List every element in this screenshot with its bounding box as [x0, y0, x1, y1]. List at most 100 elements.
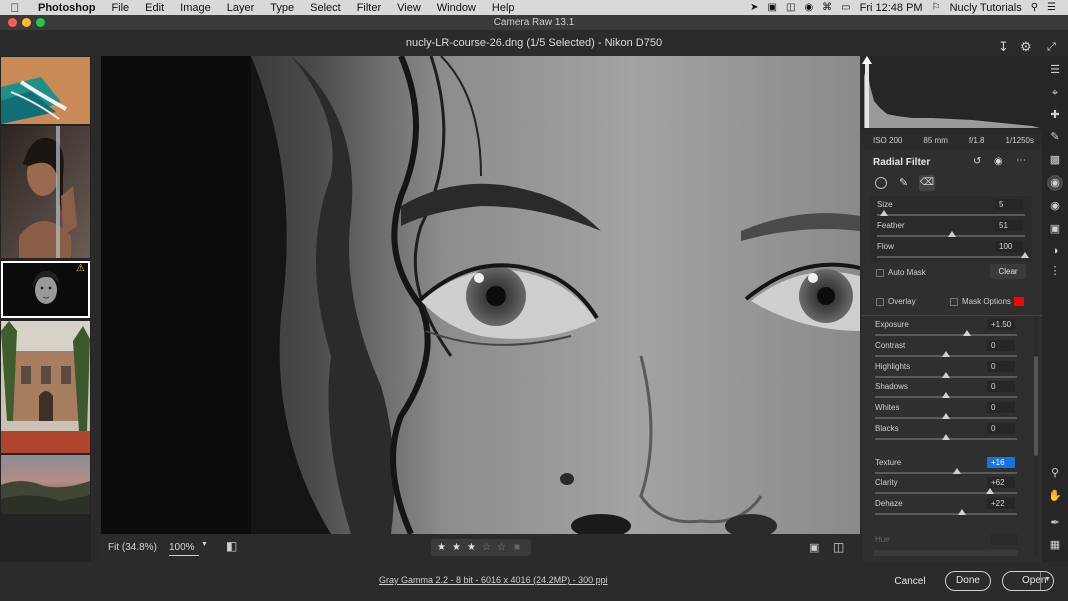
adj-slider-thumb-clarity[interactable]	[986, 488, 995, 494]
trash-icon[interactable]: ■	[514, 542, 520, 553]
star-4[interactable]: ☆	[482, 542, 491, 553]
cancel-button[interactable]: Cancel	[888, 573, 932, 591]
eye-icon[interactable]: ◉	[994, 156, 1003, 167]
presets-icon[interactable]: ◑	[1048, 244, 1062, 258]
done-button[interactable]: Done	[945, 571, 991, 591]
adj-slider-thumb-shadows[interactable]	[942, 392, 950, 398]
adj-slider-track-exposure[interactable]	[875, 334, 1017, 336]
zoom-window-button[interactable]	[36, 18, 45, 27]
eraser-icon[interactable]: ⌫	[919, 175, 935, 191]
adj-slider-thumb-highlights[interactable]	[942, 372, 950, 378]
adj-field-whites[interactable]: 0	[987, 402, 1015, 413]
adj-field-dehaze[interactable]: +22	[987, 498, 1015, 509]
spotlight-search-icon[interactable]: ⚲	[1031, 2, 1038, 13]
workflow-options-link[interactable]: Gray Gamma 2.2 - 8 bit - 6016 x 4016 (24…	[379, 575, 608, 585]
thumbnail-beach[interactable]	[1, 57, 90, 124]
new-radial-icon[interactable]	[875, 177, 887, 189]
thumbnail-building[interactable]	[1, 321, 90, 453]
adj-slider-track-clarity[interactable]	[875, 492, 1017, 494]
adj-slider-thumb-exposure[interactable]	[963, 330, 972, 336]
flag-icon[interactable]: ⚐	[932, 2, 941, 13]
zoom-level-select[interactable]: 100%	[169, 542, 199, 556]
flow-slider-track[interactable]	[877, 256, 1025, 258]
menu-filter[interactable]: Filter	[349, 2, 389, 14]
filmstrip-toggle-icon[interactable]: ◧	[226, 539, 237, 553]
feather-field[interactable]: 51	[995, 220, 1023, 231]
menu-type[interactable]: Type	[262, 2, 302, 14]
star-1[interactable]: ★	[437, 542, 446, 553]
user-name[interactable]: Nucly Tutorials	[950, 2, 1022, 14]
hue-slider-track[interactable]	[874, 550, 1018, 556]
adj-field-blacks[interactable]: 0	[987, 423, 1015, 434]
adjustment-brush-icon[interactable]: ✎	[1048, 130, 1062, 144]
feather-slider-thumb[interactable]	[948, 231, 957, 237]
crop-icon[interactable]: ⌖	[1048, 86, 1062, 100]
chevron-down-icon[interactable]: ▼	[201, 541, 208, 548]
reset-icon[interactable]: ↺	[973, 156, 981, 167]
thumbnail-selected-face[interactable]: ⚠	[1, 261, 90, 318]
adj-slider-track-texture[interactable]	[875, 472, 1017, 474]
adj-slider-thumb-whites[interactable]	[942, 413, 950, 419]
red-eye-icon[interactable]: ◉	[1048, 199, 1062, 213]
size-slider-track[interactable]	[877, 214, 1025, 216]
adj-slider-thumb-dehaze[interactable]	[957, 509, 966, 515]
apple-icon[interactable]: 	[0, 1, 30, 15]
adj-slider-thumb-blacks[interactable]	[942, 434, 950, 440]
thumbnail-landscape[interactable]	[1, 455, 90, 514]
snapshots-icon[interactable]: ▣	[1048, 222, 1062, 236]
display-icon[interactable]: ◫	[786, 2, 795, 13]
menu-view[interactable]: View	[389, 2, 429, 14]
adj-slider-thumb-texture[interactable]	[953, 468, 962, 474]
menu-layer[interactable]: Layer	[219, 2, 263, 14]
creative-cloud-icon[interactable]: ◉	[804, 2, 813, 13]
grid-icon[interactable]: ▦	[1048, 538, 1062, 552]
flow-slider-thumb[interactable]	[1021, 252, 1029, 258]
scrollbar-thumb[interactable]	[1034, 356, 1038, 456]
graduated-filter-icon[interactable]: ▩	[1048, 153, 1062, 167]
star-2[interactable]: ★	[452, 542, 461, 553]
adj-field-exposure[interactable]: +1.50	[987, 319, 1015, 330]
menu-edit[interactable]: Edit	[137, 2, 172, 14]
zoom-icon[interactable]: ⚲	[1048, 466, 1062, 480]
auto-mask-checkbox[interactable]	[876, 269, 884, 277]
thumbnail-portrait-window[interactable]	[1, 126, 90, 258]
airplay-icon[interactable]: ▭	[841, 2, 850, 13]
size-field[interactable]: 5	[995, 199, 1023, 210]
before-after-icon[interactable]: ◫	[833, 540, 844, 554]
star-5[interactable]: ☆	[497, 542, 506, 553]
hand-icon[interactable]: ✋	[1048, 489, 1062, 503]
more-tools-icon[interactable]: ⋮	[1048, 264, 1062, 278]
clock[interactable]: Fri 12:48 PM	[860, 2, 923, 14]
more-options-icon[interactable]: ⋯	[1016, 155, 1026, 166]
adj-slider-thumb-contrast[interactable]	[942, 351, 950, 357]
mask-color-swatch[interactable]	[1014, 297, 1024, 306]
flow-field[interactable]: 100	[995, 241, 1023, 252]
edit-sliders-icon[interactable]: ☰	[1048, 63, 1062, 77]
wifi-icon[interactable]: ⌘	[822, 2, 832, 13]
star-3[interactable]: ★	[467, 542, 476, 553]
minimize-window-button[interactable]	[22, 18, 31, 27]
menu-image[interactable]: Image	[172, 2, 219, 14]
menu-window[interactable]: Window	[429, 2, 484, 14]
image-canvas[interactable]	[101, 56, 860, 534]
adj-field-clarity[interactable]: +62	[987, 477, 1015, 488]
adj-field-shadows[interactable]: 0	[987, 381, 1015, 392]
healing-icon[interactable]: ✚	[1048, 108, 1062, 122]
panel-scrollbar[interactable]	[1034, 316, 1038, 556]
adj-slider-track-dehaze[interactable]	[875, 513, 1017, 515]
clear-button[interactable]: Clear	[990, 264, 1026, 279]
list-icon[interactable]: ☰	[1047, 2, 1056, 13]
mask-options-checkbox[interactable]	[950, 298, 958, 306]
close-window-button[interactable]	[8, 18, 17, 27]
adj-field-texture[interactable]: +16	[987, 457, 1015, 468]
radial-filter-icon[interactable]: ◉	[1047, 175, 1063, 191]
hue-field[interactable]	[990, 534, 1018, 545]
screen-record-icon[interactable]: ▣	[768, 2, 777, 13]
menu-photoshop[interactable]: Photoshop	[30, 2, 103, 14]
location-icon[interactable]: ➤	[750, 2, 758, 13]
menu-file[interactable]: File	[103, 2, 137, 14]
adj-field-highlights[interactable]: 0	[987, 361, 1015, 372]
size-slider-thumb[interactable]	[880, 210, 889, 216]
menu-select[interactable]: Select	[302, 2, 349, 14]
view-single-icon[interactable]: ▣	[809, 541, 819, 554]
